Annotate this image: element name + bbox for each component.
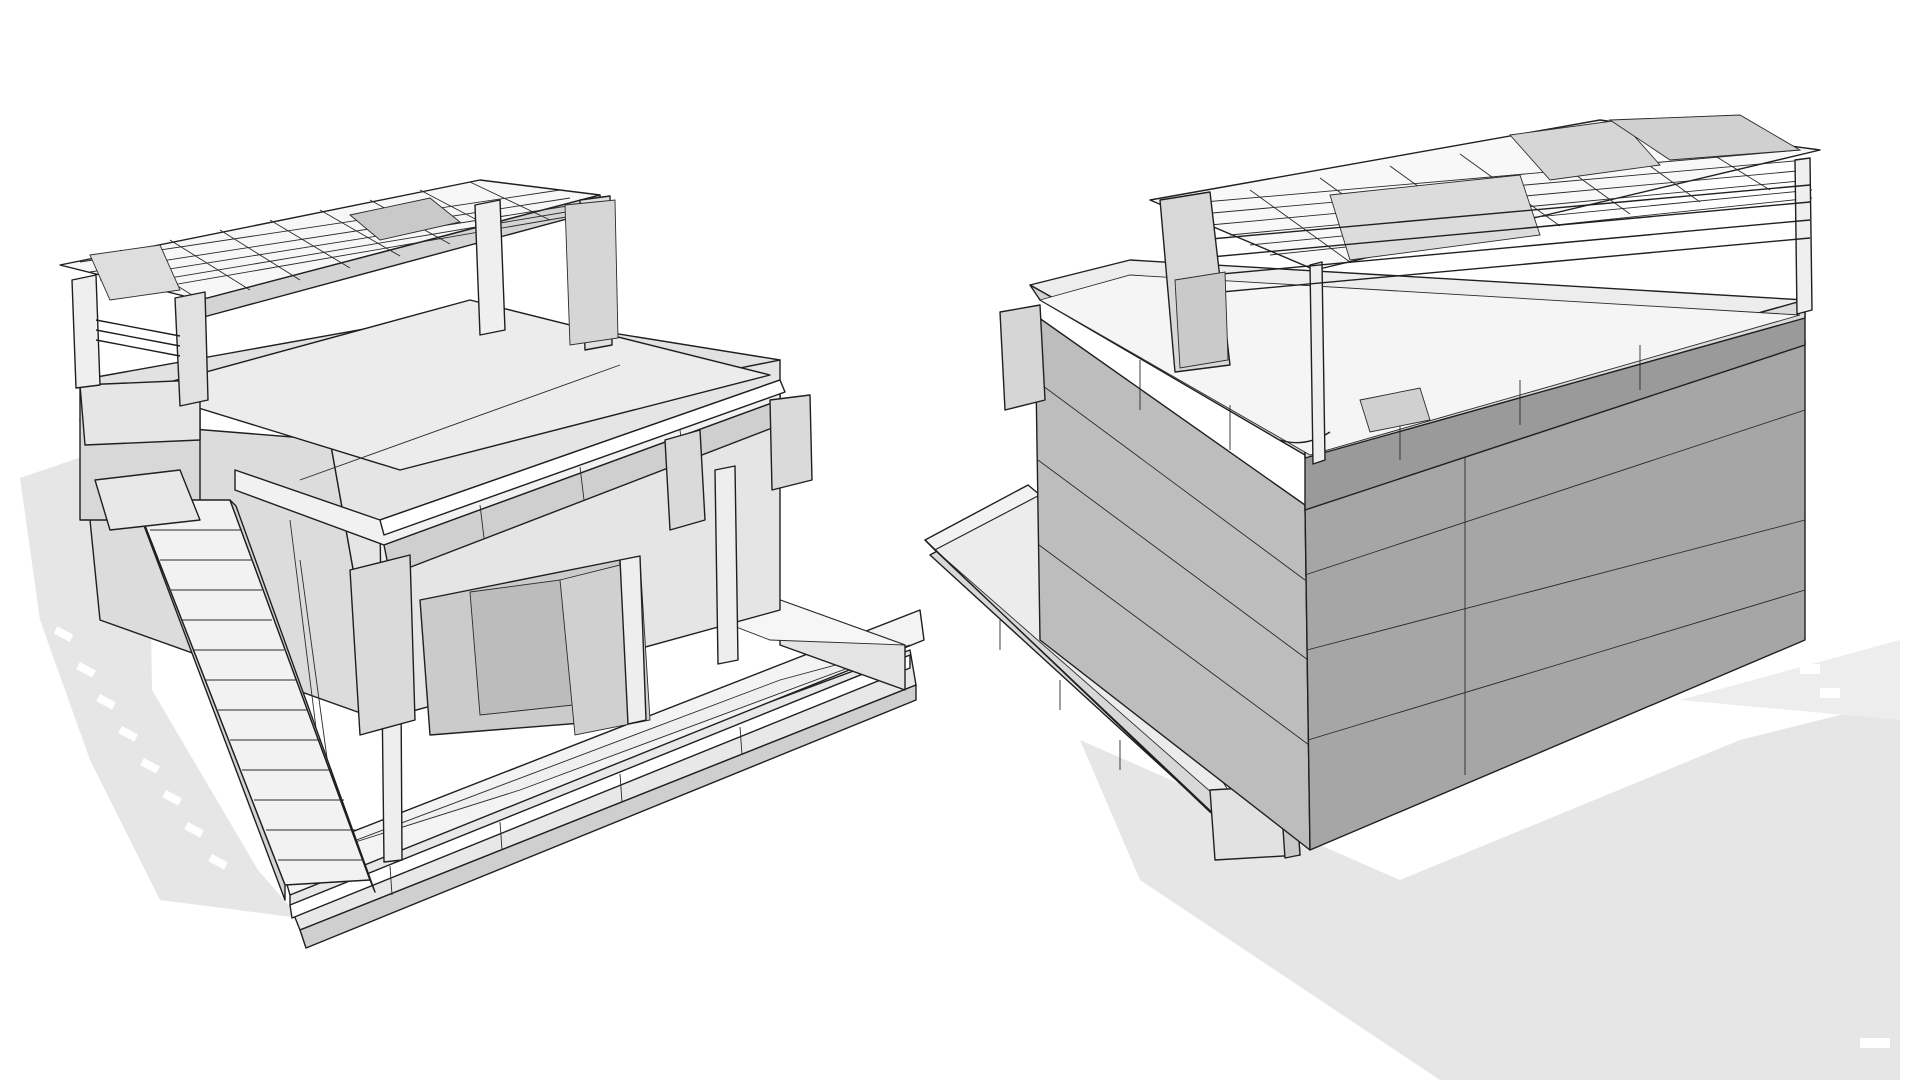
architecture-render-canvas bbox=[0, 0, 1920, 1080]
architecture-render-svg bbox=[20, 114, 1900, 1080]
building-model-rear-view bbox=[924, 114, 1900, 1080]
building-model-front-view bbox=[20, 179, 925, 949]
